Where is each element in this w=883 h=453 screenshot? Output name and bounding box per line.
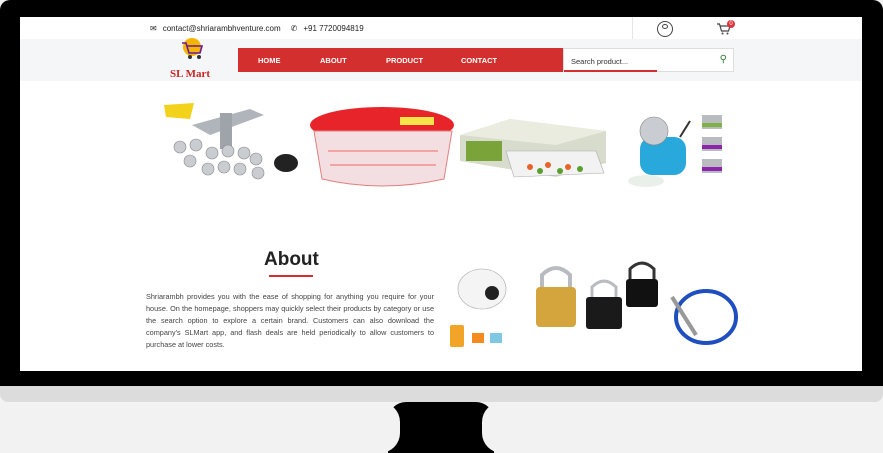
about-heading: About: [264, 249, 319, 270]
storage-container-image[interactable]: [308, 101, 458, 189]
sl-mart-logo[interactable]: SL Mart: [170, 37, 214, 81]
about-heading-underline: [269, 275, 313, 277]
about-description: Shriarambh provides you with the ease of…: [146, 292, 434, 349]
top-bar: ✉ contact@shriarambhventure.com ✆ +91 77…: [20, 17, 862, 39]
website-screen: ✉ contact@shriarambhventure.com ✆ +91 77…: [20, 17, 862, 371]
monitor-stand: [380, 402, 502, 453]
envelope-icon: ✉: [150, 24, 157, 33]
logo-text: SL Mart: [170, 68, 211, 80]
nav-home[interactable]: HOME: [258, 56, 281, 65]
product-banner: [160, 101, 730, 189]
security-products-image[interactable]: [444, 257, 740, 352]
contact-phone[interactable]: +91 7720094819: [303, 24, 363, 33]
nav-product[interactable]: PRODUCT: [386, 56, 423, 65]
contact-email[interactable]: contact@shriarambhventure.com: [163, 24, 281, 33]
cart-count-badge: 0: [727, 20, 735, 28]
nav-contact[interactable]: CONTACT: [461, 56, 497, 65]
topbar-divider: [632, 17, 633, 39]
search-input[interactable]: [569, 54, 703, 68]
search-underline: [564, 70, 657, 72]
phone-icon: ✆: [290, 24, 298, 33]
search-icon[interactable]: ⚲: [720, 54, 727, 65]
nav-about[interactable]: ABOUT: [320, 56, 347, 65]
monitor-chin: [0, 386, 883, 402]
rotary-grater-image[interactable]: [620, 101, 730, 189]
main-navigation: HOME ABOUT PRODUCT CONTACT: [238, 48, 563, 72]
user-icon[interactable]: [657, 21, 673, 37]
search-box: ⚲: [563, 48, 734, 72]
vegetable-slicer-image[interactable]: [456, 101, 612, 189]
logo-cart-icon: [182, 38, 204, 59]
kitchen-press-set-image[interactable]: [160, 101, 310, 189]
contact-info: ✉ contact@shriarambhventure.com ✆ +91 77…: [150, 24, 364, 33]
